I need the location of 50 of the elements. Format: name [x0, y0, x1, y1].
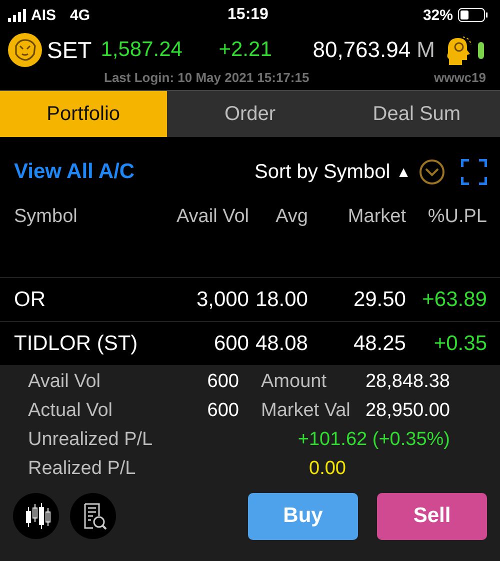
table-cell-text: 3,000 — [195, 288, 249, 312]
table-cell-text: 18.00 — [254, 288, 308, 312]
signal-icon — [8, 8, 26, 22]
table-cell-text: +63.89 — [421, 288, 487, 312]
column-header: Symbol — [14, 206, 78, 228]
sort-arrow[interactable]: ▲ — [396, 164, 411, 180]
document-search-icon[interactable] — [69, 492, 117, 540]
field-label: Amount — [260, 370, 328, 394]
field-value: +101.62 (+0.35%) — [296, 428, 450, 452]
field-label: Realized P/L — [28, 457, 137, 481]
field-label: Unrealized P/L — [28, 428, 154, 452]
volume-unit: M — [416, 37, 435, 63]
field-value: 0.00 — [308, 457, 346, 481]
dropdown-icon[interactable] — [419, 159, 445, 185]
field-label: Actual Vol — [28, 399, 114, 423]
field-value: 28,848.38 — [364, 370, 450, 394]
index-value: 1,587.24 — [100, 38, 184, 62]
column-header: Avail Vol — [175, 206, 249, 228]
trade-volume: 80,763.94 — [312, 37, 411, 63]
carrier-name: AIS — [31, 6, 56, 24]
candlestick-chart-icon[interactable] — [12, 492, 60, 540]
column-header: Avg — [274, 206, 308, 228]
status-indicator — [478, 42, 484, 58]
symbol-cell-text: TIDLOR (ST) — [14, 332, 139, 356]
field-value: 600 — [206, 370, 239, 394]
expand-icon[interactable] — [461, 159, 487, 185]
tab[interactable]: Portfolio — [0, 91, 167, 137]
last-login-text: Last Login: 10 May 2021 15:17:15 — [104, 70, 310, 87]
field-label: Avail Vol — [28, 370, 102, 394]
table-cell-text: 600 — [212, 332, 249, 356]
user-id: wwwc19 — [434, 70, 486, 87]
battery-percent: 32% — [422, 6, 453, 24]
sort-label[interactable]: Sort by Symbol — [254, 160, 390, 184]
field-value: 28,950.00 — [364, 399, 450, 423]
view-all-link[interactable]: View All A/C — [14, 160, 135, 184]
symbol-cell-text: OR — [14, 288, 46, 312]
index-name: SET — [47, 36, 92, 64]
battery-icon — [458, 8, 488, 22]
table-cell-text: 48.08 — [254, 332, 308, 356]
table-cell-text: 48.25 — [352, 332, 406, 356]
field-value: 600 — [206, 399, 239, 423]
table-cell-text: +0.35 — [432, 332, 487, 356]
index-change: +2.21 — [218, 38, 273, 62]
table-cell-text: 29.50 — [352, 288, 406, 312]
column-header: Market — [346, 206, 406, 228]
network-type: 4G — [70, 6, 90, 24]
sell-button[interactable]: Sell — [377, 492, 487, 540]
head-profile-icon[interactable] — [444, 34, 472, 66]
clock-time: 15:19 — [228, 6, 268, 24]
column-header: %U.PL — [426, 206, 487, 228]
